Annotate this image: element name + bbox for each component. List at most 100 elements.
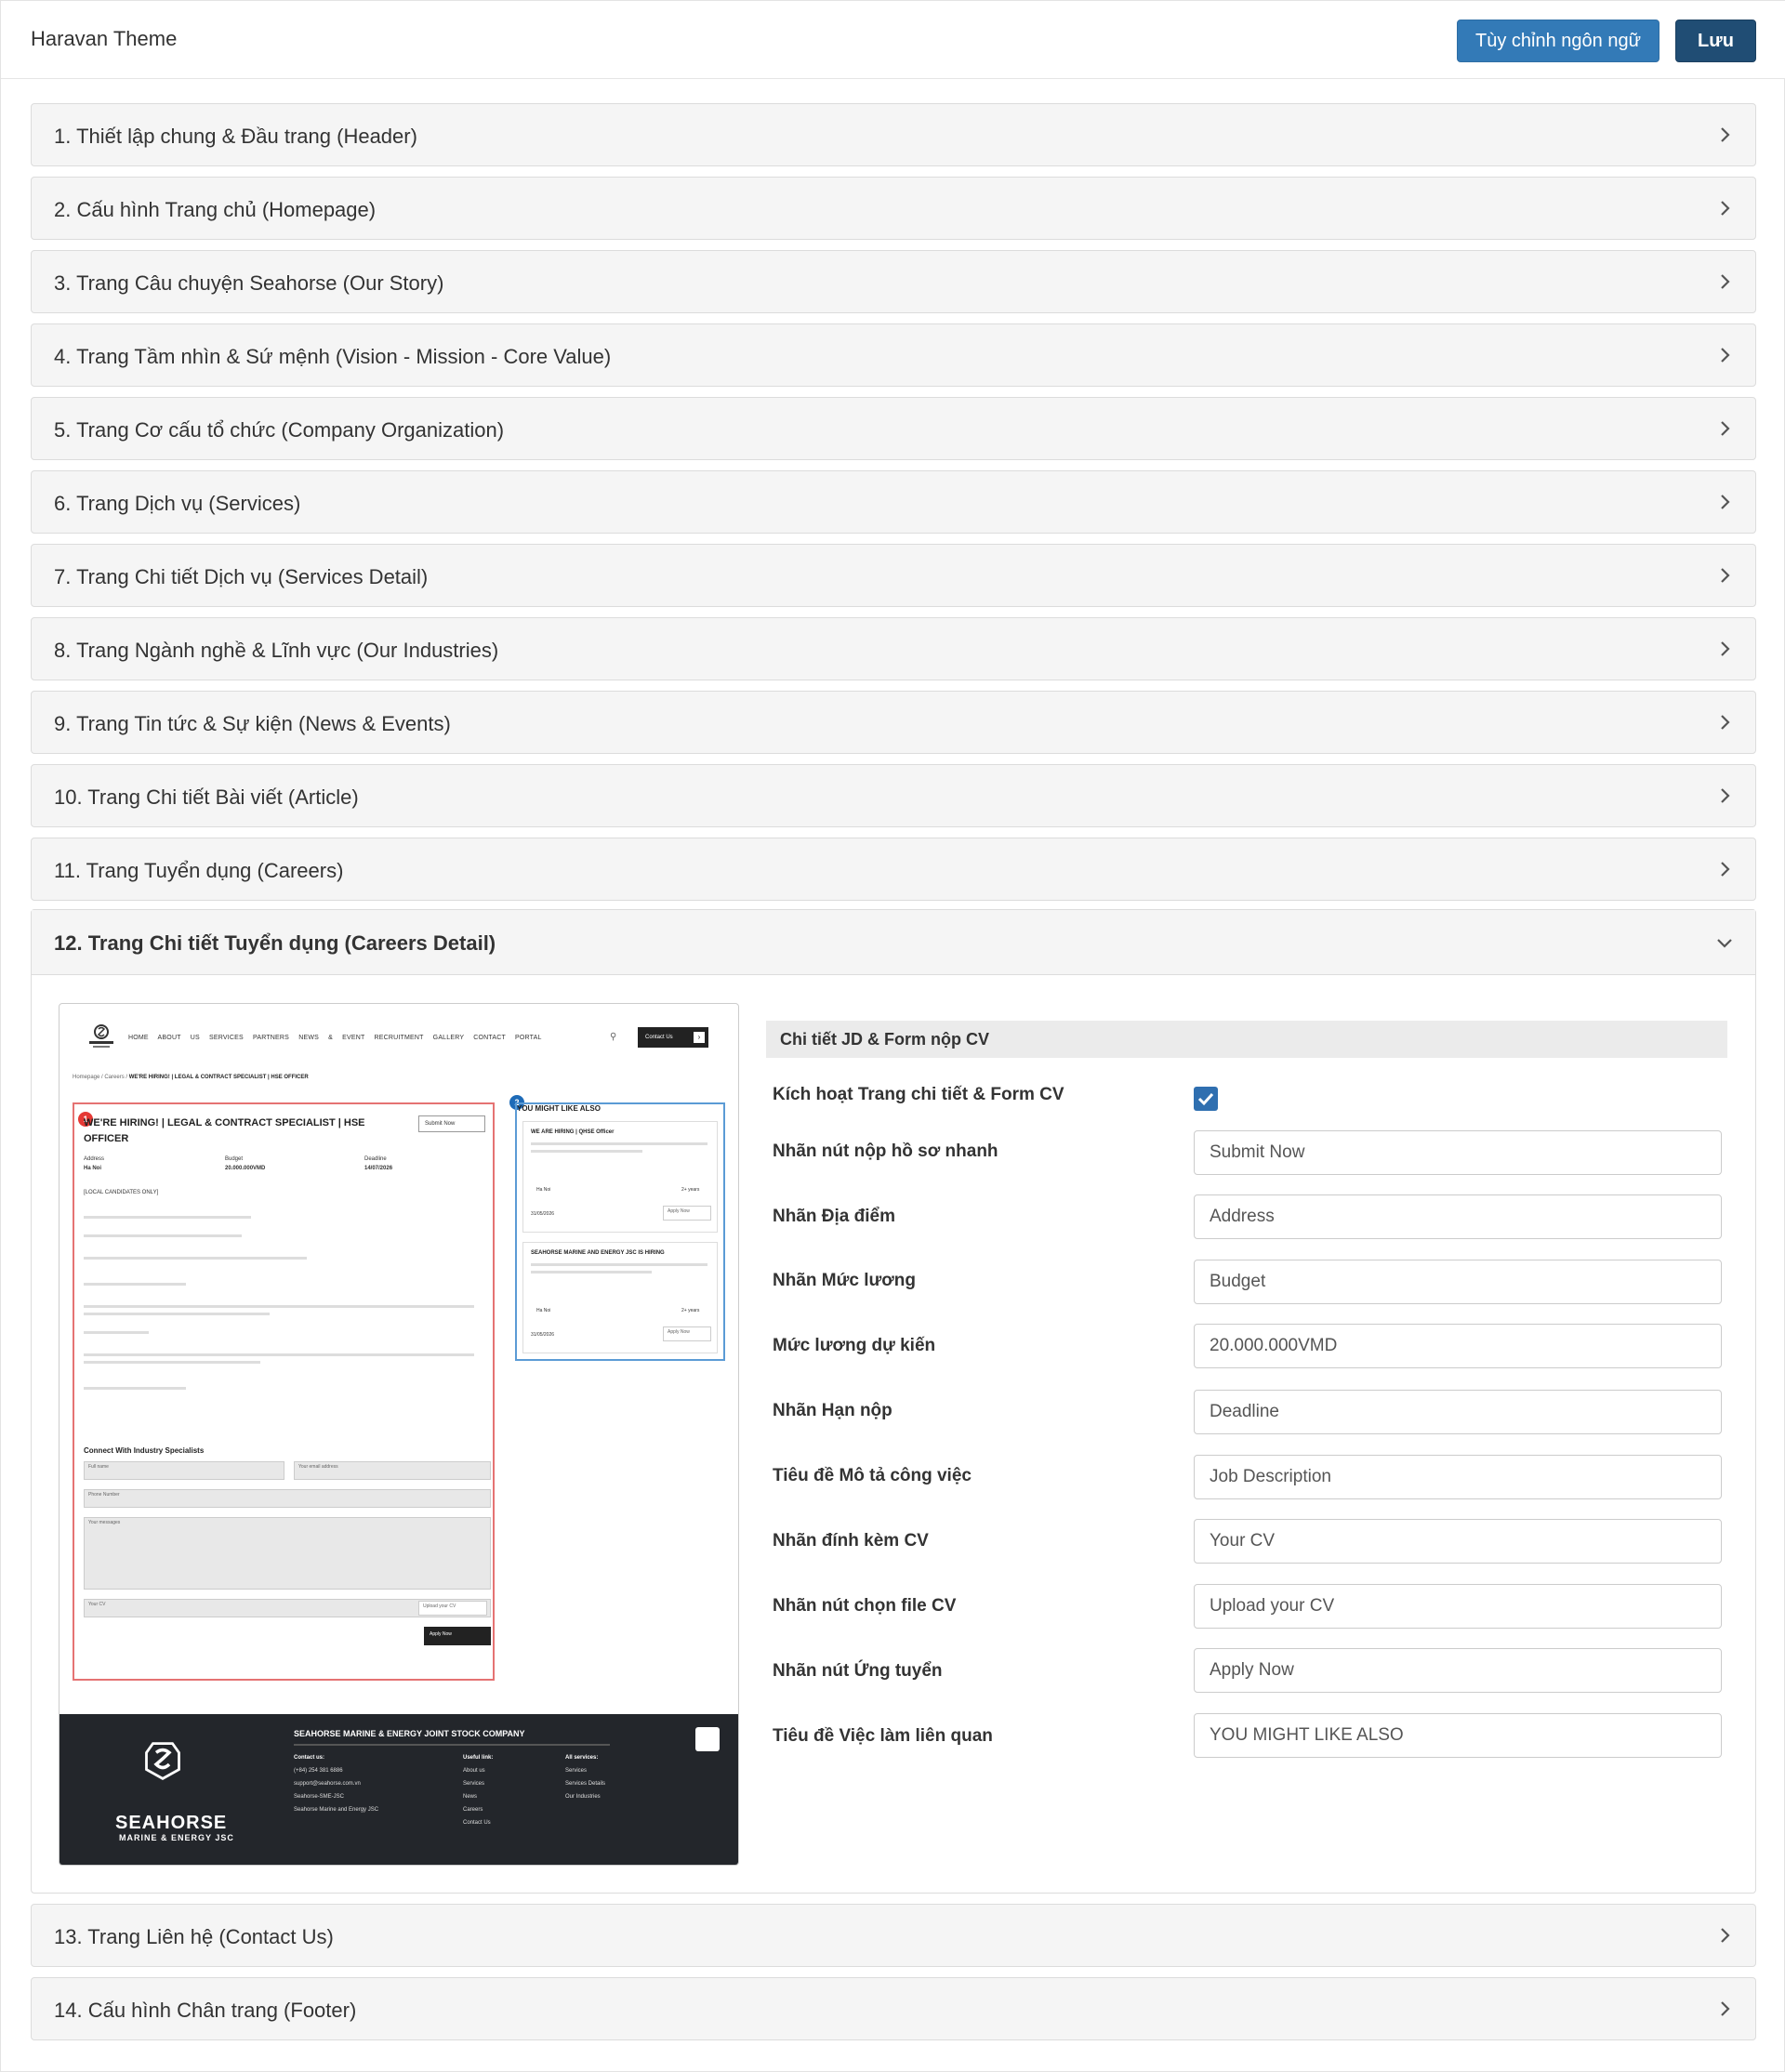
field-input[interactable]: YOU MIGHT LIKE ALSO — [1194, 1713, 1722, 1758]
preview-image: HOME ABOUT US SERVICES PARTNERS NEWS & E… — [59, 1003, 739, 1866]
section-header[interactable]: 5. Trang Cơ cấu tổ chức (Company Organiz… — [31, 397, 1756, 460]
section-label: 2. Cấu hình Trang chủ (Homepage) — [54, 198, 377, 221]
preview-job-title: WE'RE HIRING! | LEGAL & CONTRACT SPECIAL… — [84, 1117, 365, 1144]
section-label: 10. Trang Chi tiết Bài viết (Article) — [54, 785, 359, 809]
field-input[interactable]: Address — [1194, 1194, 1722, 1239]
preview-side-title: YOU MIGHT LIKE ALSO — [517, 1104, 601, 1113]
section-label: 12. Trang Chi tiết Tuyển dụng (Careers D… — [54, 931, 496, 955]
preview-footer-service: Services — [565, 1768, 588, 1774]
save-button[interactable]: Lưu — [1675, 20, 1756, 62]
chevron-right-icon — [1714, 125, 1735, 145]
preview-navbar: HOME ABOUT US SERVICES PARTNERS NEWS & E… — [60, 1004, 738, 1069]
section-header[interactable]: 12. Trang Chi tiết Tuyển dụng (Careers D… — [32, 910, 1755, 975]
field-label: Nhãn Hạn nộp — [773, 1401, 892, 1420]
section-header[interactable]: 7. Trang Chi tiết Dịch vụ (Services Deta… — [31, 544, 1756, 607]
field-input[interactable]: Your CV — [1194, 1519, 1722, 1564]
preview-footer-contact-head: Contact us: — [294, 1755, 324, 1761]
section-label: 9. Trang Tin tức & Sự kiện (News & Event… — [54, 712, 451, 735]
field-input[interactable]: 20.000.000VMD — [1194, 1324, 1722, 1368]
preview-text-line — [294, 1744, 610, 1746]
preview-text-line — [84, 1361, 260, 1364]
section-label: 11. Trang Tuyển dụng (Careers) — [54, 859, 344, 882]
field-input[interactable]: Deadline — [1194, 1390, 1722, 1434]
preview-submit-label: Submit Now — [425, 1121, 456, 1127]
language-button[interactable]: Tùy chỉnh ngôn ngữ — [1457, 20, 1659, 62]
field-label: Nhãn nút chọn file CV — [773, 1596, 957, 1616]
field-label: Mức lương dự kiến — [773, 1336, 936, 1355]
preview-text-line — [84, 1331, 149, 1334]
field-input[interactable]: Budget — [1194, 1260, 1722, 1304]
section-label: 13. Trang Liên hệ (Contact Us) — [54, 1925, 334, 1948]
chevron-down-icon — [1714, 932, 1735, 953]
preview-card-date: 31/05/2026 — [531, 1211, 555, 1217]
preview-phone-input: Phone Number — [84, 1489, 491, 1508]
section-label: 4. Trang Tầm nhìn & Sứ mệnh (Vision - Mi… — [54, 345, 612, 368]
field-input[interactable]: Apply Now — [1194, 1648, 1722, 1693]
chevron-right-icon — [1714, 785, 1735, 806]
preview-card-title: WE ARE HIRING | QHSE Officer — [531, 1129, 615, 1135]
chevron-right-icon — [1714, 639, 1735, 659]
section-header[interactable]: 6. Trang Dịch vụ (Services) — [31, 470, 1756, 534]
field-input[interactable]: Job Description — [1194, 1455, 1722, 1499]
section-header[interactable]: 2. Cấu hình Trang chủ (Homepage) — [31, 177, 1756, 240]
preview-footer-phone: (+84) 254 381 6886 — [294, 1768, 343, 1774]
field-label: Nhãn Địa điểm — [773, 1207, 895, 1226]
chevron-right-icon — [1714, 712, 1735, 732]
preview-footer-link: Services — [463, 1781, 485, 1787]
section-header[interactable]: 4. Trang Tầm nhìn & Sứ mệnh (Vision - Mi… — [31, 323, 1756, 387]
preview-apply-button: Apply Now — [424, 1627, 491, 1645]
section-header[interactable]: 8. Trang Ngành nghề & Lĩnh vực (Our Indu… — [31, 617, 1756, 680]
chevron-right-icon — [1714, 859, 1735, 879]
preview-job-card: WE ARE HIRING | QHSE Officer Ha Noi 2+ y… — [522, 1121, 718, 1233]
seahorse-logo-icon — [89, 1024, 113, 1048]
chevron-right-icon — [1714, 1999, 1735, 2019]
qr-code-icon — [695, 1727, 720, 1751]
section-header[interactable]: 14. Cấu hình Chân trang (Footer) — [31, 1977, 1756, 2040]
preview-text-line — [531, 1150, 642, 1153]
preview-local-note: [LOCAL CANDIDATES ONLY] — [84, 1190, 159, 1195]
preview-footer: SEAHORSE MARINE & ENERGY JSC SEAHORSE MA… — [60, 1714, 738, 1865]
preview-menu: HOME ABOUT US SERVICES PARTNERS NEWS & E… — [128, 1035, 542, 1041]
preview-deadline-value: 14/07/2026 — [364, 1166, 393, 1171]
preview-contact-button: Contact Us › — [638, 1027, 708, 1048]
arrow-right-icon: › — [694, 1032, 705, 1043]
preview-text-line — [84, 1313, 270, 1315]
section-label: 7. Trang Chi tiết Dịch vụ (Services Deta… — [54, 565, 429, 588]
preview-text-line — [84, 1283, 186, 1286]
section-header[interactable]: 10. Trang Chi tiết Bài viết (Article) — [31, 764, 1756, 827]
preview-card-apply: Apply Now — [663, 1206, 711, 1221]
preview-footer-services-head: All services: — [565, 1755, 599, 1761]
section-label: 5. Trang Cơ cấu tổ chức (Company Organiz… — [54, 418, 505, 442]
top-bar: Haravan Theme Tùy chỉnh ngôn ngữ Lưu — [1, 1, 1785, 79]
field-label: Nhãn Mức lương — [773, 1271, 916, 1290]
preview-card-location: Ha Noi — [536, 1308, 551, 1313]
section-header[interactable]: 11. Trang Tuyển dụng (Careers) — [31, 838, 1756, 901]
field-label: Tiêu đề Mô tả công việc — [773, 1466, 972, 1485]
preview-card-location: Ha Noi — [536, 1187, 551, 1193]
section-header[interactable]: 13. Trang Liên hệ (Contact Us) — [31, 1904, 1756, 1967]
preview-upload-button: Upload your CV — [418, 1601, 487, 1616]
preview-card-date: 31/05/2026 — [531, 1332, 555, 1338]
chevron-right-icon — [1714, 271, 1735, 292]
preview-messages-input: Your messages — [84, 1517, 491, 1590]
chevron-right-icon — [1714, 198, 1735, 218]
preview-footer-link: News — [463, 1794, 478, 1800]
section-header[interactable]: 1. Thiết lập chung & Đầu trang (Header) — [31, 103, 1756, 166]
field-input[interactable]: Submit Now — [1194, 1130, 1722, 1175]
preview-submit-button: Submit Now — [418, 1115, 485, 1132]
field-input[interactable]: Upload your CV — [1194, 1584, 1722, 1629]
preview-footer-link: Careers — [463, 1807, 483, 1813]
preview-text-line — [84, 1216, 251, 1219]
preview-budget-value: 20.000.000VMD — [225, 1166, 266, 1171]
section-header[interactable]: 9. Trang Tin tức & Sự kiện (News & Event… — [31, 691, 1756, 754]
preview-budget-label: Budget — [225, 1156, 244, 1162]
enable-checkbox[interactable] — [1194, 1087, 1218, 1111]
preview-footer-brand: SEAHORSE — [115, 1813, 228, 1833]
preview-text-line — [84, 1353, 474, 1356]
preview-breadcrumb-prefix: Homepage / Careers / — [73, 1075, 128, 1080]
form-heading-bar: Chi tiết JD & Form nộp CV — [766, 1021, 1727, 1058]
section-header[interactable]: 3. Trang Câu chuyện Seahorse (Our Story) — [31, 250, 1756, 313]
field-label: Tiêu đề Việc làm liên quan — [773, 1726, 993, 1746]
app-title: Haravan Theme — [31, 27, 178, 50]
chevron-right-icon — [1714, 418, 1735, 439]
